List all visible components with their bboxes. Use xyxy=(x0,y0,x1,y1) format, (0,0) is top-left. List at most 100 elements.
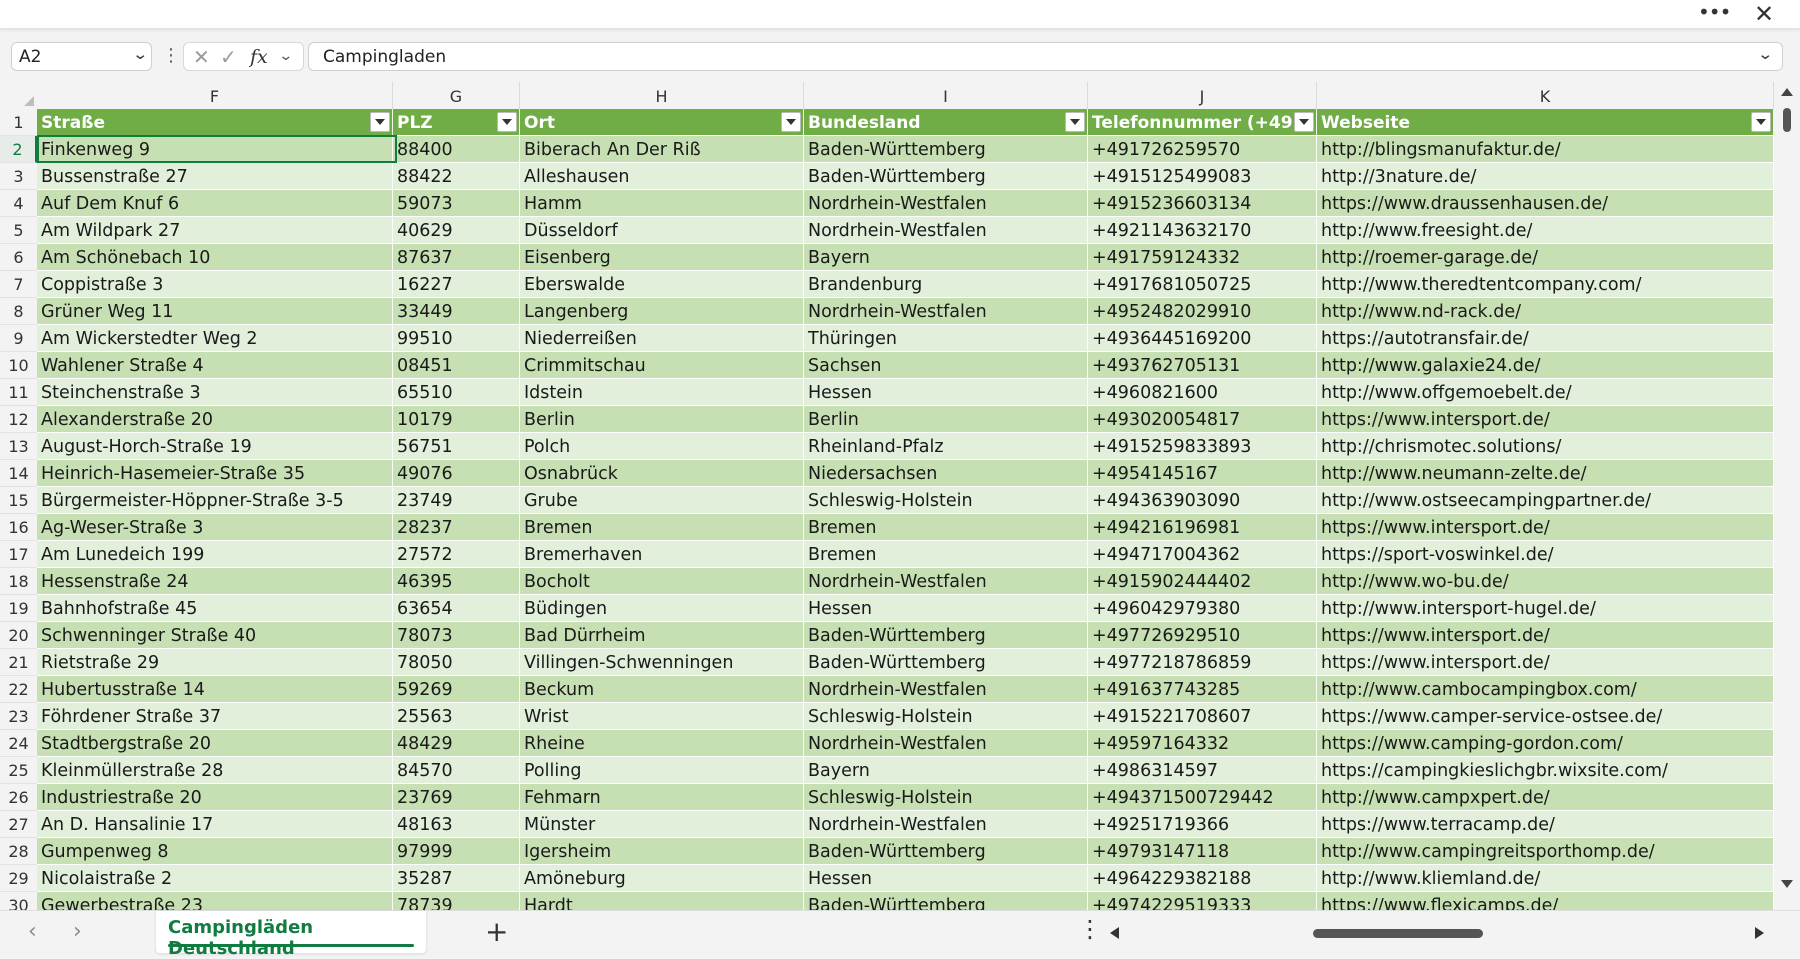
table-cell[interactable]: +4915221708607 xyxy=(1088,703,1317,730)
row-header[interactable]: 24 xyxy=(0,730,37,757)
table-cell[interactable]: +4974229519333 xyxy=(1088,892,1317,910)
table-cell[interactable]: Baden-Württemberg xyxy=(804,163,1088,190)
table-cell[interactable]: Hessen xyxy=(804,865,1088,892)
header-cell[interactable]: Bundesland xyxy=(804,109,1088,136)
column-header-f[interactable]: F xyxy=(37,82,393,109)
row-header[interactable]: 11 xyxy=(0,379,37,406)
row-header[interactable]: 26 xyxy=(0,784,37,811)
table-cell[interactable]: http://blingsmanufaktur.de/ xyxy=(1317,136,1774,163)
table-cell[interactable]: +494216196981 xyxy=(1088,514,1317,541)
row-header[interactable]: 7 xyxy=(0,271,37,298)
add-sheet-icon[interactable]: + xyxy=(485,915,508,948)
table-cell[interactable]: Gumpenweg 8 xyxy=(37,838,393,865)
table-cell[interactable]: http://www.ostseecampingpartner.de/ xyxy=(1317,487,1774,514)
more-options-icon[interactable]: ••• xyxy=(1698,2,1731,24)
table-cell[interactable]: +4915236603134 xyxy=(1088,190,1317,217)
table-cell[interactable]: +496042979380 xyxy=(1088,595,1317,622)
table-cell[interactable]: https://autotransfair.de/ xyxy=(1317,325,1774,352)
table-cell[interactable]: http://www.nd-rack.de/ xyxy=(1317,298,1774,325)
filter-dropdown-icon[interactable] xyxy=(370,112,390,132)
filter-dropdown-icon[interactable] xyxy=(1294,112,1314,132)
table-cell[interactable]: +4952482029910 xyxy=(1088,298,1317,325)
table-cell[interactable]: Düsseldorf xyxy=(520,217,804,244)
table-cell[interactable]: Wrist xyxy=(520,703,804,730)
table-cell[interactable]: Bremerhaven xyxy=(520,541,804,568)
table-cell[interactable]: +494363903090 xyxy=(1088,487,1317,514)
table-cell[interactable]: Schwenninger Straße 40 xyxy=(37,622,393,649)
row-header[interactable]: 15 xyxy=(0,487,37,514)
table-cell[interactable]: Stadtbergstraße 20 xyxy=(37,730,393,757)
table-cell[interactable]: http://www.intersport-hugel.de/ xyxy=(1317,595,1774,622)
table-cell[interactable]: https://www.draussenhausen.de/ xyxy=(1317,190,1774,217)
table-cell[interactable]: Hamm xyxy=(520,190,804,217)
table-cell[interactable]: +4936445169200 xyxy=(1088,325,1317,352)
cancel-icon[interactable]: ✕ xyxy=(193,45,210,69)
table-cell[interactable]: +4915259833893 xyxy=(1088,433,1317,460)
table-cell[interactable]: Bürgermeister-Höppner-Straße 3-5 xyxy=(37,487,393,514)
vertical-dots-icon[interactable]: ⋮ xyxy=(162,45,180,67)
table-cell[interactable]: Hessenstraße 24 xyxy=(37,568,393,595)
row-header[interactable]: 18 xyxy=(0,568,37,595)
table-cell[interactable]: Brandenburg xyxy=(804,271,1088,298)
table-cell[interactable]: Baden-Württemberg xyxy=(804,649,1088,676)
table-cell[interactable]: Nordrhein-Westfalen xyxy=(804,730,1088,757)
table-cell[interactable]: Industriestraße 20 xyxy=(37,784,393,811)
table-cell[interactable]: +4977218786859 xyxy=(1088,649,1317,676)
table-cell[interactable]: August-Horch-Straße 19 xyxy=(37,433,393,460)
table-cell[interactable]: Bremen xyxy=(804,541,1088,568)
filter-dropdown-icon[interactable] xyxy=(1065,112,1085,132)
table-cell[interactable]: +4954145167 xyxy=(1088,460,1317,487)
table-cell[interactable]: Eisenberg xyxy=(520,244,804,271)
table-cell[interactable]: Baden-Württemberg xyxy=(804,622,1088,649)
table-cell[interactable]: 59073 xyxy=(393,190,520,217)
table-cell[interactable]: Alexanderstraße 20 xyxy=(37,406,393,433)
table-cell[interactable]: Nordrhein-Westfalen xyxy=(804,217,1088,244)
table-cell[interactable]: Hessen xyxy=(804,595,1088,622)
table-cell[interactable]: +4917681050725 xyxy=(1088,271,1317,298)
table-cell[interactable]: 23749 xyxy=(393,487,520,514)
row-header[interactable]: 27 xyxy=(0,811,37,838)
formula-input[interactable]: Campingladen ⌄ xyxy=(308,42,1783,71)
table-cell[interactable]: https://www.intersport.de/ xyxy=(1317,514,1774,541)
column-header-j[interactable]: J xyxy=(1088,82,1317,109)
row-header[interactable]: 17 xyxy=(0,541,37,568)
table-cell[interactable]: +491637743285 xyxy=(1088,676,1317,703)
row-header-1[interactable]: 1 xyxy=(0,109,37,136)
table-cell[interactable]: Crimmitschau xyxy=(520,352,804,379)
table-cell[interactable]: Nordrhein-Westfalen xyxy=(804,811,1088,838)
table-cell[interactable]: Hardt xyxy=(520,892,804,910)
header-cell[interactable]: Webseite xyxy=(1317,109,1774,136)
table-cell[interactable]: Am Wildpark 27 xyxy=(37,217,393,244)
table-cell[interactable]: Bremen xyxy=(520,514,804,541)
table-cell[interactable]: 63654 xyxy=(393,595,520,622)
table-cell[interactable]: +493762705131 xyxy=(1088,352,1317,379)
table-cell[interactable]: https://campingkieslichgbr.wixsite.com/ xyxy=(1317,757,1774,784)
table-cell[interactable]: 25563 xyxy=(393,703,520,730)
chevron-down-icon[interactable]: ⌄ xyxy=(278,48,293,64)
table-cell[interactable]: https://sport-voswinkel.de/ xyxy=(1317,541,1774,568)
table-cell[interactable]: Bayern xyxy=(804,244,1088,271)
row-header[interactable]: 28 xyxy=(0,838,37,865)
table-cell[interactable]: 48429 xyxy=(393,730,520,757)
table-cell[interactable]: Rheine xyxy=(520,730,804,757)
table-cell[interactable]: 40629 xyxy=(393,217,520,244)
table-cell[interactable]: Hessen xyxy=(804,379,1088,406)
table-cell[interactable]: 49076 xyxy=(393,460,520,487)
table-cell[interactable]: Niederreißen xyxy=(520,325,804,352)
table-cell[interactable]: Kleinmüllerstraße 28 xyxy=(37,757,393,784)
row-header[interactable]: 16 xyxy=(0,514,37,541)
table-cell[interactable]: 23769 xyxy=(393,784,520,811)
row-header[interactable]: 19 xyxy=(0,595,37,622)
previous-sheet-icon[interactable]: ‹ xyxy=(28,919,37,944)
row-header[interactable]: 12 xyxy=(0,406,37,433)
table-cell[interactable]: +494371500729442 xyxy=(1088,784,1317,811)
table-cell[interactable]: Auf Dem Knuf 6 xyxy=(37,190,393,217)
spreadsheet-grid[interactable]: FGHIJK 1 Straße PLZ Ort Bundesland Telefonnum… xyxy=(0,82,1774,910)
table-cell[interactable]: http://www.freesight.de/ xyxy=(1317,217,1774,244)
table-cell[interactable]: Nordrhein-Westfalen xyxy=(804,298,1088,325)
table-cell[interactable]: Am Schönebach 10 xyxy=(37,244,393,271)
table-cell[interactable]: http://www.neumann-zelte.de/ xyxy=(1317,460,1774,487)
table-cell[interactable]: +49251719366 xyxy=(1088,811,1317,838)
column-header-h[interactable]: H xyxy=(520,82,804,109)
table-cell[interactable]: Am Lunedeich 199 xyxy=(37,541,393,568)
